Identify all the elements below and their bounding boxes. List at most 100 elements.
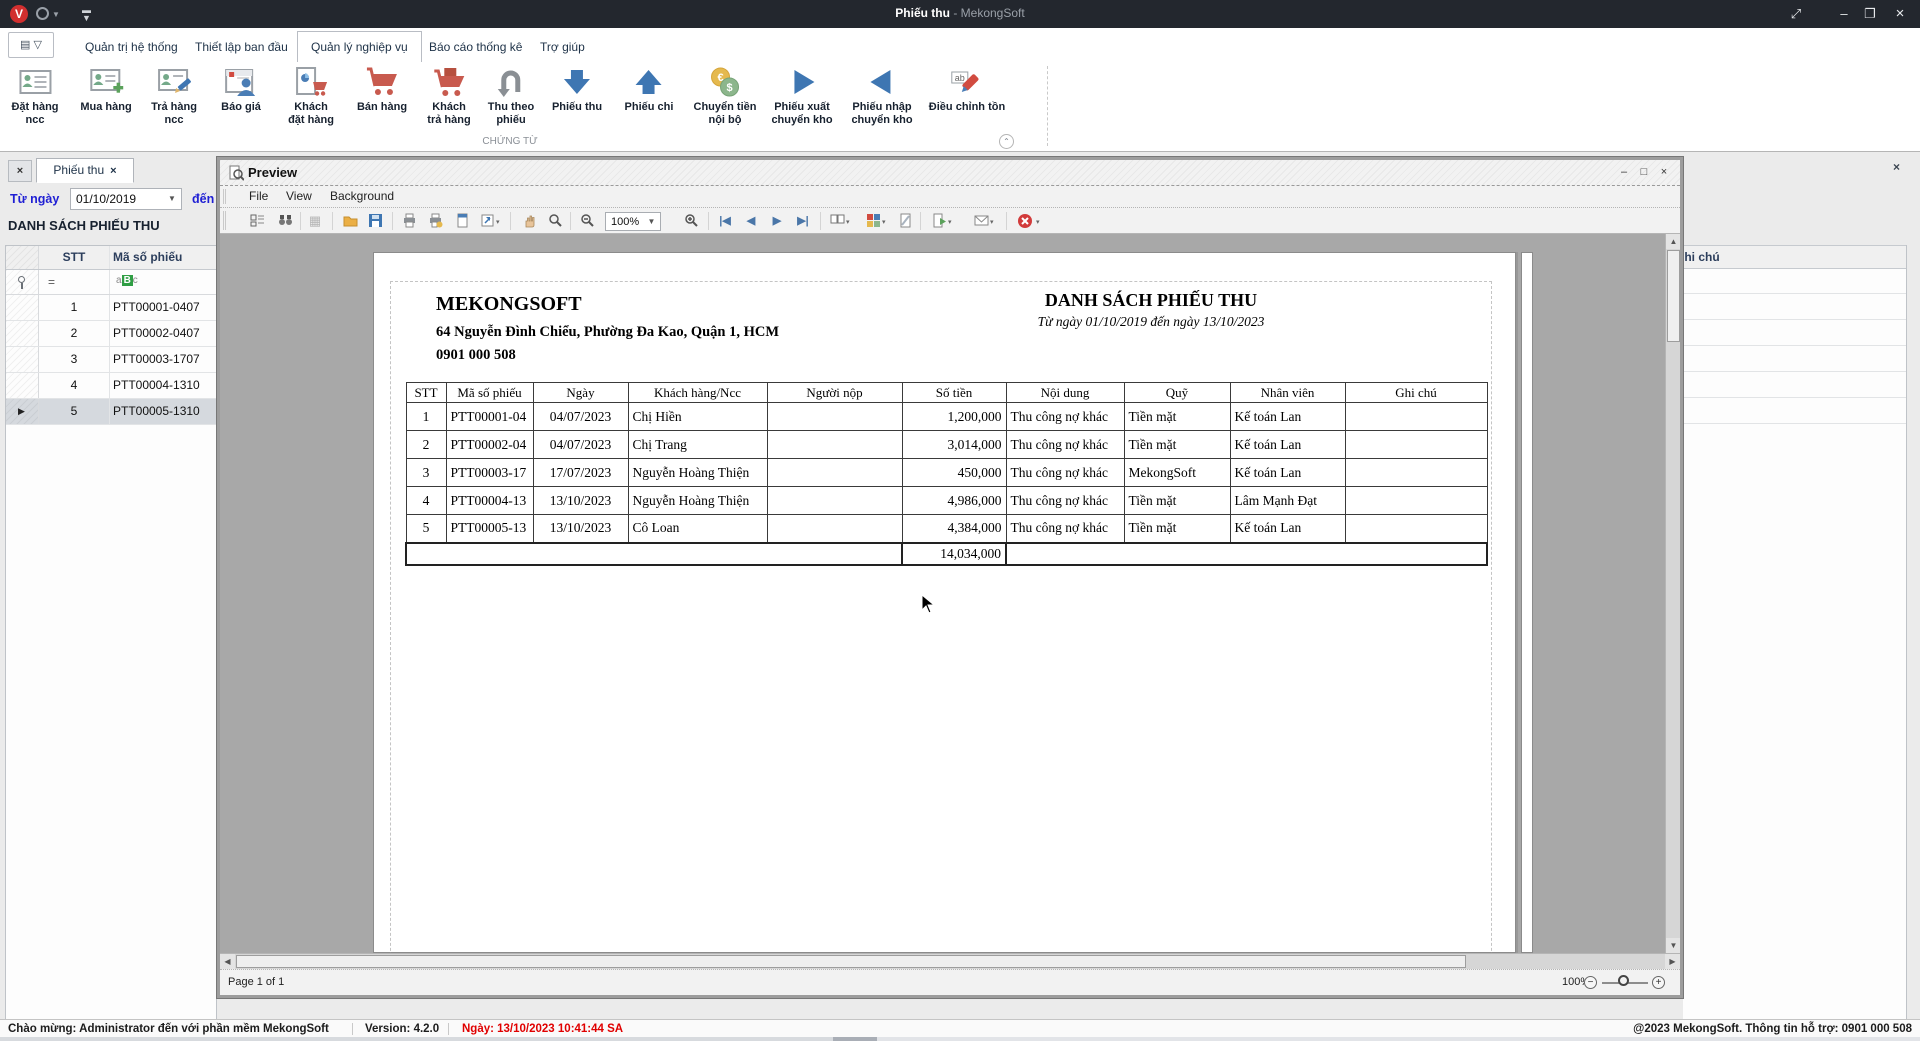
report-cell <box>766 514 903 543</box>
zoom-combo-dropdown-icon[interactable]: ▼ <box>644 214 659 229</box>
ribbon-collapse-icon[interactable]: ⌃ <box>999 134 1014 149</box>
tab-quan-ly-nghiep-vu[interactable]: Quản lý nghiệp vụ <box>297 31 422 63</box>
button-khach-dat-hang[interactable]: Khách đặt hàng <box>288 66 334 127</box>
tab-close-icon[interactable]: × <box>110 165 116 177</box>
report-cell: Tiền mặt <box>1123 402 1231 431</box>
vertical-scroll-thumb[interactable] <box>1667 250 1680 342</box>
zoom-slider-thumb[interactable] <box>1618 975 1629 986</box>
previous-page-icon[interactable]: ◀ <box>742 212 760 230</box>
close-all-tabs-button[interactable]: × <box>8 160 32 182</box>
from-date-input[interactable]: 01/10/2019 ▼ <box>70 188 182 210</box>
column-header-ma-so-phieu[interactable]: Mã số phiếu <box>113 250 182 264</box>
filter-abc-icon[interactable]: aBc <box>116 275 138 286</box>
close-icon[interactable]: × <box>1888 4 1912 24</box>
button-ban-hang[interactable]: Bán hàng <box>357 66 407 114</box>
button-phieu-nhap-chuyen-kho[interactable]: Phiếu nhập chuyển kho <box>851 66 913 127</box>
filter-equals-icon[interactable]: = <box>48 275 55 289</box>
tab-bao-cao-thong-ke[interactable]: Báo cáo thống kê <box>415 33 536 62</box>
application-menu-button[interactable]: ▤ ▽ <box>8 32 54 58</box>
search-icon[interactable] <box>276 212 294 230</box>
grid-row-1[interactable]: 1 PTT00001-0407 <box>6 295 216 321</box>
tab-phieu-thu[interactable]: Phiếu thu × <box>36 158 134 183</box>
grid-row-5-selected[interactable]: ▶ 5 PTT00005-1310 <box>6 399 216 425</box>
preview-horizontal-scrollbar[interactable]: ◀ ▶ <box>220 953 1680 969</box>
page-background-icon[interactable] <box>864 212 882 230</box>
column-header-stt[interactable]: STT <box>39 250 109 264</box>
email-icon[interactable] <box>972 212 990 230</box>
page-background-dropdown-icon[interactable]: ▾ <box>882 218 886 226</box>
open-icon[interactable] <box>341 212 359 230</box>
close-preview-icon[interactable] <box>1016 212 1034 230</box>
button-khach-tra-hang[interactable]: Khách trả hàng <box>427 66 471 127</box>
multiple-pages-dropdown-icon[interactable]: ▾ <box>846 218 850 226</box>
next-page-icon[interactable]: ▶ <box>768 212 786 230</box>
column-header-ghi-chu[interactable]: Ghi chú <box>1683 245 1906 269</box>
table-view-icon[interactable]: ▦ <box>306 212 324 230</box>
page-info: Page 1 of 1 <box>228 976 285 988</box>
preview-document-area[interactable]: MEKONGSOFT 64 Nguyễn Đình Chiểu, Phường … <box>220 234 1680 953</box>
preview-close-icon[interactable]: × <box>1656 165 1672 180</box>
menu-background[interactable]: Background <box>330 189 394 203</box>
scroll-left-icon[interactable]: ◀ <box>220 954 235 969</box>
page-size-dropdown-icon[interactable]: ▾ <box>496 218 500 226</box>
export-dropdown-icon[interactable]: ▾ <box>948 218 952 226</box>
scroll-right-icon[interactable]: ▶ <box>1665 954 1680 969</box>
grid-header-row: STT Mã số phiếu <box>6 246 216 270</box>
expand-window-icon[interactable]: ⤢ <box>1784 4 1808 24</box>
preview-vertical-scrollbar[interactable]: ▲ ▼ <box>1665 234 1680 953</box>
magnifier-icon[interactable] <box>546 212 564 230</box>
save-icon[interactable] <box>366 212 384 230</box>
last-page-icon[interactable]: ▶| <box>794 212 812 230</box>
button-mua-hang[interactable]: Mua hàng <box>80 66 132 114</box>
list-section-title: DANH SÁCH PHIẾU THU <box>8 218 160 233</box>
button-phieu-xuat-chuyen-kho[interactable]: Phiếu xuất chuyển kho <box>771 66 833 127</box>
quick-print-icon[interactable] <box>426 212 444 230</box>
maximize-icon[interactable]: ❐ <box>1858 4 1882 24</box>
email-dropdown-icon[interactable]: ▾ <box>990 218 994 226</box>
document-map-icon[interactable] <box>248 212 266 230</box>
background-tab-close-icon[interactable]: × <box>1893 160 1900 174</box>
report-cell: MekongSoft <box>1123 458 1231 487</box>
button-dat-hang-ncc[interactable]: Đặt hàng ncc <box>11 66 59 127</box>
preview-minimize-icon[interactable]: – <box>1616 165 1632 180</box>
first-page-icon[interactable]: |◀ <box>716 212 734 230</box>
button-thu-theo-phieu[interactable]: Thu theo phiếu <box>488 66 534 127</box>
watermark-icon[interactable] <box>896 212 914 230</box>
export-icon[interactable] <box>930 212 948 230</box>
hand-tool-icon[interactable] <box>520 212 538 230</box>
grid-row-4[interactable]: 4 PTT00004-1310 <box>6 373 216 399</box>
grid-filter-row[interactable]: = aBc <box>6 270 216 295</box>
date-dropdown-icon[interactable]: ▼ <box>164 190 180 208</box>
tab-thiet-lap-ban-dau[interactable]: Thiết lập ban đầu <box>181 33 302 62</box>
zoom-combo-box[interactable]: 100% ▼ <box>605 212 661 231</box>
report-cell: 04/07/2023 <box>532 430 629 459</box>
grid-row-2[interactable]: 2 PTT00002-0407 <box>6 321 216 347</box>
button-phieu-thu[interactable]: Phiếu thu <box>552 66 602 114</box>
page-size-icon[interactable] <box>478 212 496 230</box>
button-tra-hang-ncc[interactable]: Trả hàng ncc <box>151 66 197 127</box>
zoom-in-icon[interactable] <box>682 212 700 230</box>
horizontal-scroll-thumb[interactable] <box>236 955 1466 968</box>
zoom-out-icon[interactable] <box>578 212 596 230</box>
tab-tro-giup[interactable]: Trợ giúp <box>526 33 599 62</box>
tab-quan-tri-he-thong[interactable]: Quản trị hệ thống <box>71 33 192 62</box>
preview-title-bar[interactable]: Preview – □ × <box>220 160 1680 186</box>
grid-row-3[interactable]: 3 PTT00003-1707 <box>6 347 216 373</box>
button-dieu-chinh-ton[interactable]: ab Điều chỉnh tồn <box>929 66 1005 114</box>
preview-maximize-icon[interactable]: □ <box>1636 165 1652 180</box>
close-preview-dropdown-icon[interactable]: ▾ <box>1036 218 1040 226</box>
scroll-down-icon[interactable]: ▼ <box>1666 938 1680 953</box>
scroll-up-icon[interactable]: ▲ <box>1666 234 1680 249</box>
print-icon[interactable] <box>400 212 418 230</box>
page-setup-icon[interactable] <box>453 212 471 230</box>
button-phieu-chi[interactable]: Phiếu chi <box>625 66 673 114</box>
zoom-out-button[interactable]: − <box>1584 976 1597 989</box>
report-col-ghi-chu: Ghi chú <box>1344 382 1488 403</box>
minimize-icon[interactable]: – <box>1832 4 1856 24</box>
button-bao-gia[interactable]: Báo giá <box>221 66 261 114</box>
menu-file[interactable]: File <box>249 189 268 203</box>
button-chuyen-tien-noi-bo[interactable]: € $ Chuyển tiền nội bộ <box>694 66 756 127</box>
menu-view[interactable]: View <box>286 189 312 203</box>
zoom-in-button[interactable]: + <box>1652 976 1665 989</box>
multiple-pages-icon[interactable] <box>828 212 846 230</box>
